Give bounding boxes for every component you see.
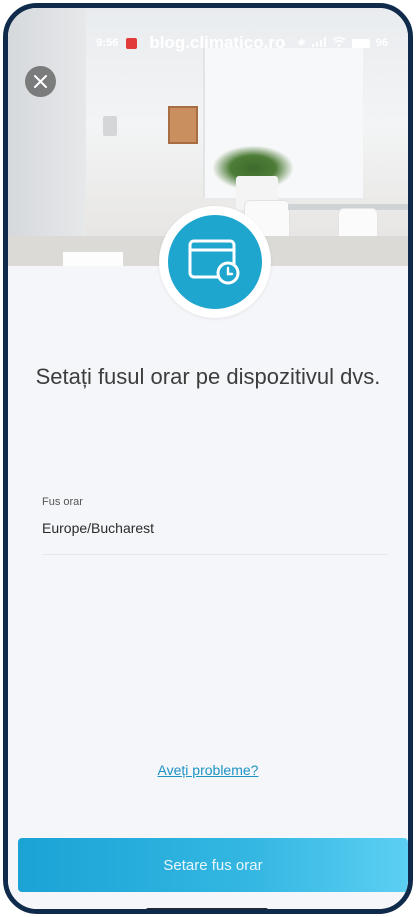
page-title: Setați fusul orar pe dispozitivul dvs.: [35, 364, 381, 389]
home-indicator[interactable]: [146, 908, 268, 909]
status-time: 9:56: [96, 37, 119, 49]
timezone-label: Fus orar: [42, 496, 83, 508]
phone-frame: 9:56 blog.climatico.ro ✱ 96 Setați fusul…: [3, 3, 413, 914]
notification-icon: [126, 37, 138, 49]
close-button[interactable]: [25, 66, 56, 97]
bluetooth-icon: ✱: [297, 37, 306, 49]
set-timezone-button[interactable]: Setare fus orar: [18, 838, 408, 892]
timezone-badge: [159, 206, 271, 318]
field-divider: [42, 554, 388, 555]
main-content: Setați fusul orar pe dispozitivul dvs. F…: [8, 266, 408, 909]
status-bar: 9:56 blog.climatico.ro ✱ 96: [8, 30, 408, 56]
help-link[interactable]: Aveți probleme?: [8, 762, 408, 778]
signal-icon: [311, 36, 326, 50]
calendar-clock-icon: [188, 239, 240, 285]
status-url: blog.climatico.ro: [149, 33, 286, 52]
battery-level: 96: [375, 37, 388, 49]
wifi-icon: [332, 36, 346, 50]
battery-icon: [351, 38, 370, 48]
close-icon: [34, 75, 47, 88]
timezone-field[interactable]: Europe/Bucharest: [42, 520, 154, 536]
